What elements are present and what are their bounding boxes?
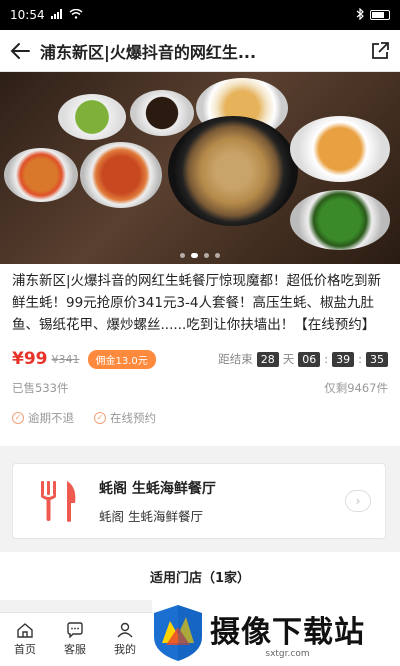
tab-mine[interactable]: 我的 (100, 613, 150, 666)
tags-row: ✓ 逾期不退 ✓ 在线预约 (12, 410, 388, 426)
arrow-left-icon (10, 42, 30, 59)
remaining-count: 仅剩9467件 (324, 381, 388, 395)
hero-image-carousel[interactable] (0, 72, 400, 264)
back-button[interactable] (0, 30, 40, 72)
dish-chili (80, 142, 162, 208)
tab-service[interactable]: 客服 (50, 613, 100, 666)
shop-subtitle: 蚝阁 生蚝海鲜餐厅 (99, 508, 203, 524)
dish-fried (4, 148, 78, 202)
countdown-seconds: 35 (366, 351, 388, 367)
store-section-title: 适用门店（1家） (137, 567, 263, 589)
commission-badge: 佣金13.0元 (87, 349, 156, 369)
carousel-dot[interactable] (215, 253, 220, 258)
check-circle-icon: ✓ (94, 412, 106, 424)
chevron-right-icon[interactable]: › (345, 490, 371, 512)
shop-card[interactable]: 蚝阁 生蚝海鲜餐厅 蚝阁 生蚝海鲜餐厅 › (12, 463, 386, 539)
status-right (356, 7, 390, 23)
dish-greens (290, 190, 390, 250)
tag-no-refund: ✓ 逾期不退 (12, 410, 74, 426)
deal-price: ¥99 (12, 349, 48, 369)
signal-icon (50, 8, 63, 22)
status-left: 10:54 (10, 8, 83, 22)
check-circle-icon: ✓ (12, 412, 24, 424)
nav-bar: 浦东新区|火爆抖音的网红生... (0, 30, 400, 72)
watermark-text: 摄像下载站 sxtgr.com (210, 607, 365, 659)
sold-count: 已售533件 (12, 381, 69, 395)
watermark-logo-icon (152, 603, 204, 663)
tab-home[interactable]: 首页 (0, 613, 50, 666)
carousel-dot-active[interactable] (191, 253, 198, 258)
tag-online-booking: ✓ 在线预约 (94, 410, 156, 426)
shop-info: 蚝阁 生蚝海鲜餐厅 蚝阁 生蚝海鲜餐厅 (99, 478, 345, 525)
status-time: 10:54 (10, 8, 45, 22)
watermark-title: 摄像下载站 (210, 615, 365, 650)
tab-label: 客服 (64, 643, 86, 656)
original-price: ¥341 (51, 352, 80, 366)
page-title: 浦东新区|火爆抖音的网红生... (40, 42, 257, 62)
dish-tofu (290, 116, 390, 182)
carousel-indicator (0, 253, 400, 258)
countdown: 距结束 28 天 06 : 39 : 35 (218, 351, 388, 367)
countdown-days: 28 (256, 351, 279, 367)
price-row: ¥99 ¥341 佣金13.0元 距结束 28 天 06 : 39 : 35 (12, 348, 388, 370)
tab-label: 我的 (114, 643, 136, 656)
deal-description: 浦东新区|火爆抖音的网红生蚝餐厅惊现魔都！超低价格吃到新鲜生蚝！99元抢原价34… (12, 273, 382, 333)
user-icon (117, 622, 133, 638)
dish-fungus (130, 90, 194, 136)
store-section: 适用门店（1家） (0, 552, 400, 600)
tag-label: 在线预约 (110, 411, 156, 425)
countdown-days-unit: 天 (282, 352, 295, 366)
countdown-label: 距结束 (218, 352, 253, 366)
carousel-dot[interactable] (180, 253, 185, 258)
carousel-dot[interactable] (204, 253, 209, 258)
wifi-icon (69, 8, 83, 22)
countdown-sep: : (358, 352, 362, 366)
dish-main-pot (168, 116, 298, 226)
share-button[interactable] (360, 30, 400, 72)
chat-icon (67, 622, 83, 638)
deal-info: 浦东新区|火爆抖音的网红生蚝餐厅惊现魔都！超低价格吃到新鲜生蚝！99元抢原价34… (0, 264, 400, 446)
watermark: 摄像下载站 sxtgr.com (152, 600, 400, 666)
tag-label: 逾期不退 (28, 411, 74, 425)
bluetooth-icon (356, 7, 364, 23)
countdown-sep: : (324, 352, 329, 366)
shop-name: 蚝阁 生蚝海鲜餐厅 (99, 480, 216, 497)
home-icon (17, 623, 33, 638)
tab-label: 首页 (14, 643, 36, 656)
status-bar: 10:54 (0, 0, 400, 30)
fork-knife-icon (33, 475, 85, 527)
countdown-minutes: 39 (332, 351, 355, 367)
watermark-url: sxtgr.com (265, 649, 310, 659)
battery-icon (370, 10, 390, 20)
countdown-hours: 06 (298, 351, 321, 367)
stock-row: 已售533件 仅剩9467件 (12, 380, 388, 396)
dish-edamame (58, 94, 126, 140)
store-section-title-text: 适用门店（1家） (149, 570, 251, 586)
share-icon (372, 41, 389, 59)
